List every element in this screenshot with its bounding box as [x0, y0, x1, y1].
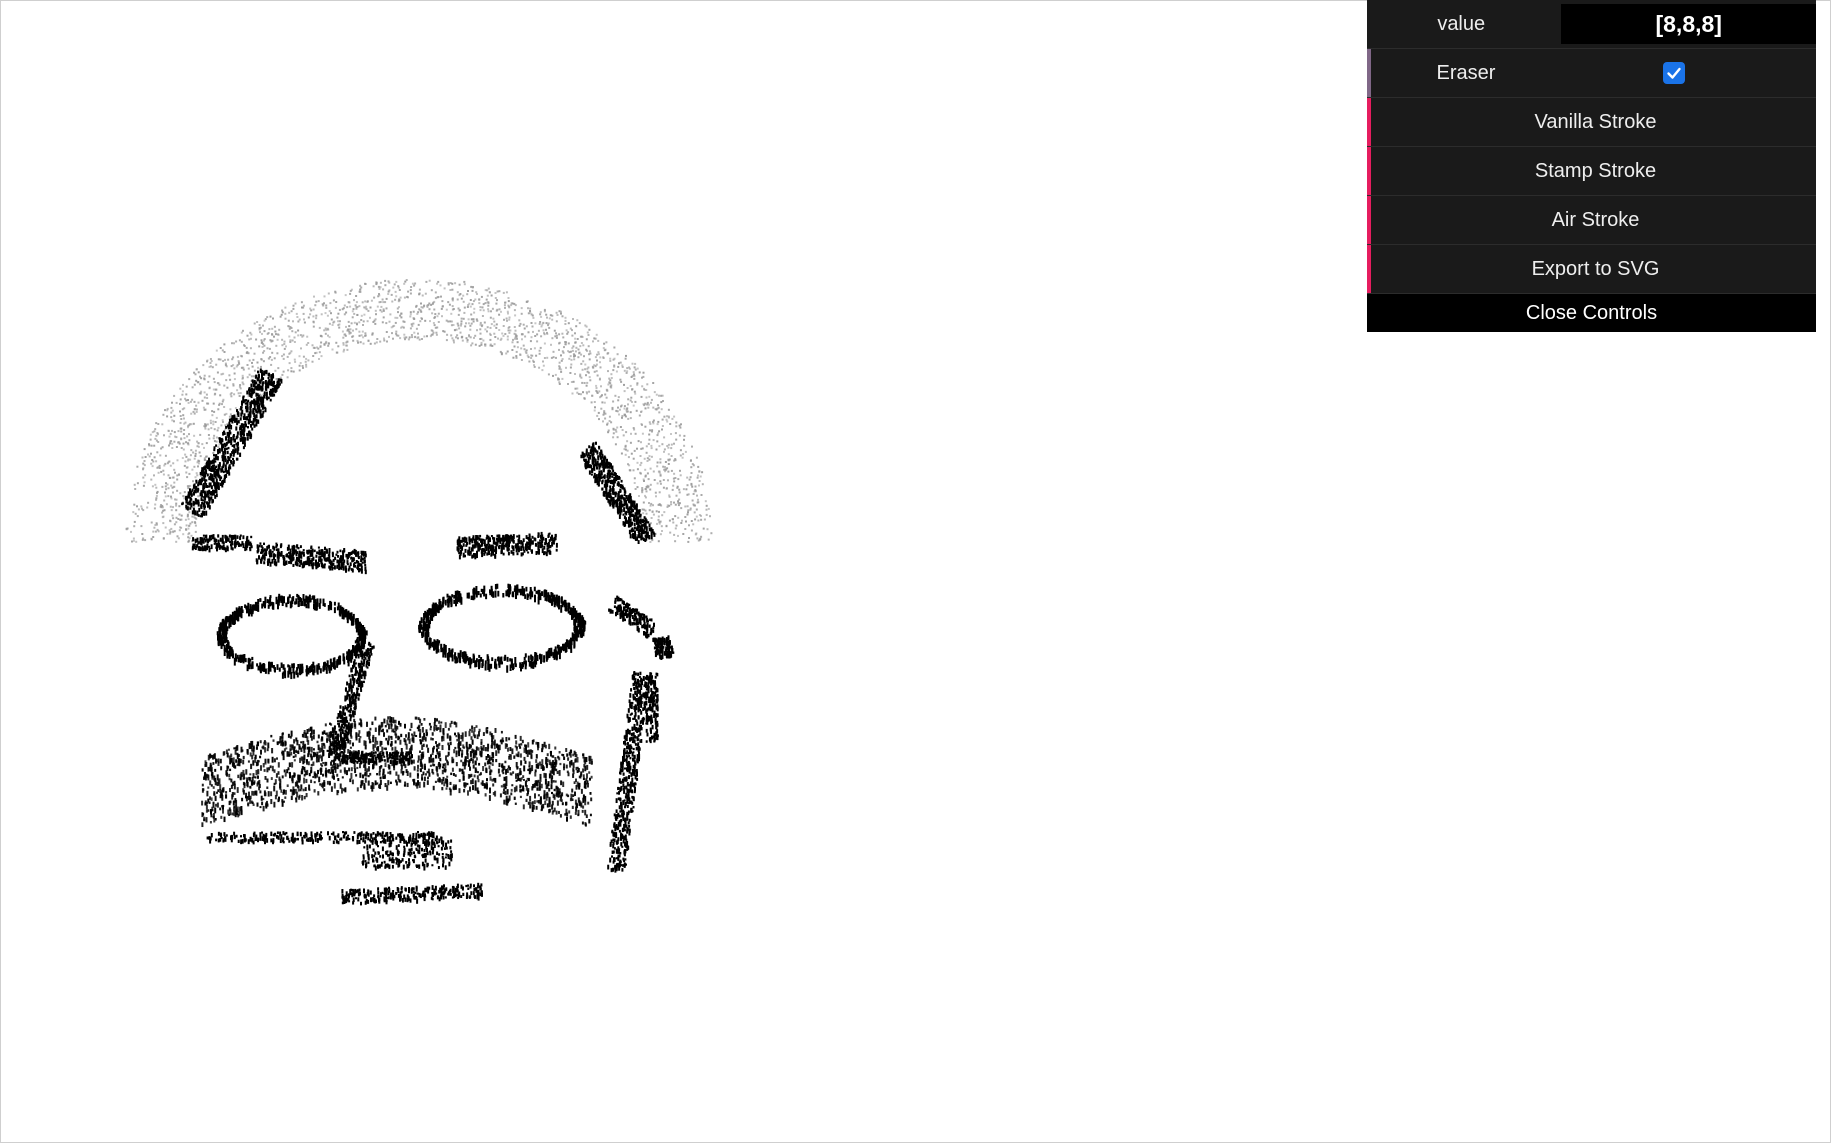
export-svg-button[interactable]: Export to SVG: [1367, 245, 1816, 294]
checkmark-icon: [1666, 67, 1681, 79]
stamp-stroke-button[interactable]: Stamp Stroke: [1367, 147, 1816, 196]
value-field[interactable]: [8,8,8]: [1561, 4, 1816, 44]
air-stroke-label: Air Stroke: [1551, 208, 1640, 231]
eraser-row[interactable]: Eraser: [1367, 49, 1816, 98]
stamp-stroke-label: Stamp Stroke: [1534, 159, 1657, 182]
ink-stroke-layer: [181, 368, 675, 906]
air-stroke-button[interactable]: Air Stroke: [1367, 196, 1816, 245]
vanilla-stroke-button[interactable]: Vanilla Stroke: [1367, 98, 1816, 147]
value-row: value [8,8,8]: [1367, 0, 1816, 49]
controls-panel: value [8,8,8] Eraser Vanilla Stroke Stam…: [1367, 0, 1816, 332]
vanilla-stroke-label: Vanilla Stroke: [1534, 110, 1657, 133]
value-label: value: [1437, 12, 1486, 35]
eraser-label: Eraser: [1436, 61, 1496, 84]
close-controls-button[interactable]: Close Controls: [1367, 294, 1816, 332]
export-svg-label: Export to SVG: [1531, 257, 1660, 280]
eraser-checkbox[interactable]: [1662, 62, 1685, 84]
